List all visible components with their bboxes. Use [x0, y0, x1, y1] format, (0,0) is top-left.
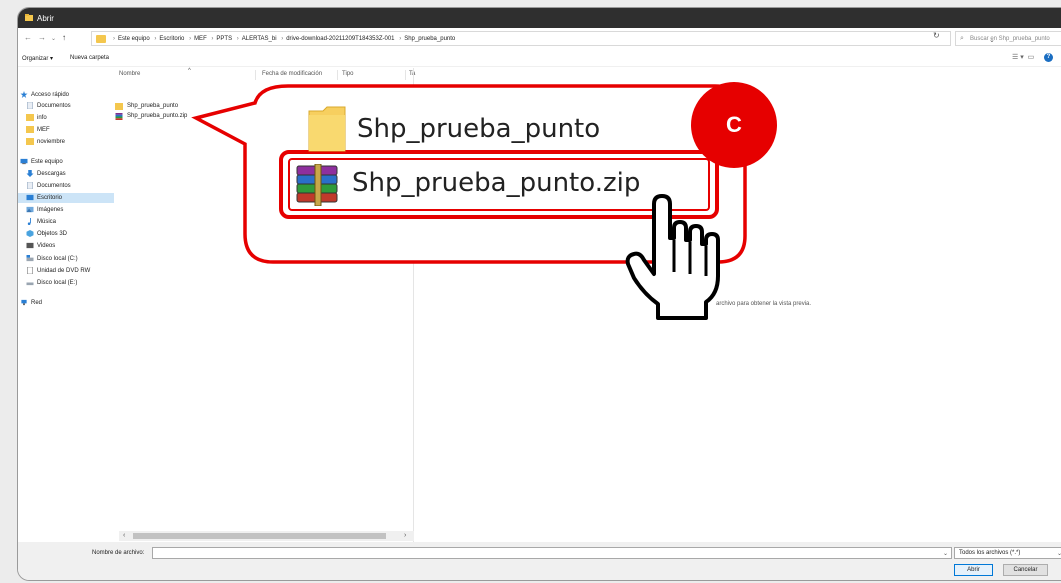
- folder-icon: [26, 138, 34, 145]
- back-arrow-icon[interactable]: ←: [24, 34, 32, 42]
- sidebar-item-info[interactable]: info: [26, 113, 112, 123]
- breadcrumb-item[interactable]: MEF: [194, 36, 207, 42]
- breadcrumb-item[interactable]: Este equipo: [118, 36, 150, 42]
- sidebar-item-pictures[interactable]: Imágenes: [26, 205, 112, 215]
- chevron-down-icon[interactable]: ⌄: [943, 550, 948, 557]
- column-divider: [255, 70, 256, 80]
- folder-icon: [96, 35, 106, 43]
- folder-icon: [26, 126, 34, 133]
- objects3d-icon: [26, 230, 34, 237]
- screenshot-stage: Abrir ← → ⌄ ↑ › Este equipo › Escritorio ›…: [0, 0, 1061, 583]
- videos-icon: [26, 242, 34, 249]
- recent-chevron-icon[interactable]: ⌄: [51, 35, 56, 43]
- dvd-icon: [27, 267, 33, 274]
- preview-message: archivo para obtener la vista previa.: [716, 301, 812, 307]
- download-icon: [26, 170, 34, 177]
- new-folder-button[interactable]: Nueva carpeta: [70, 55, 109, 61]
- sidebar-item-downloads[interactable]: Descargas: [26, 169, 112, 179]
- address-bar[interactable]: › Este equipo › Escritorio › MEF › PPTS › ALE…: [91, 31, 995, 46]
- star-icon: [20, 91, 28, 98]
- filetype-select[interactable]: Todos los archivos (*.*) ⌄: [954, 547, 1061, 559]
- sidebar-item-documents[interactable]: Documentos: [26, 101, 112, 111]
- sidebar-item-mef[interactable]: MEF: [26, 125, 112, 135]
- search-input[interactable]: ⌕ Buscar en Shp_prueba_punto: [955, 31, 1061, 46]
- column-header-type[interactable]: Tipo: [342, 71, 353, 77]
- drive-icon: [26, 282, 34, 286]
- sidebar-item-3d-objects[interactable]: Objetos 3D: [26, 229, 112, 239]
- up-arrow-icon[interactable]: ↑: [62, 34, 66, 42]
- help-icon[interactable]: ?: [1044, 53, 1053, 62]
- file-row-folder[interactable]: Shp_prueba_punto: [115, 102, 250, 111]
- breadcrumb-item[interactable]: Escritorio: [159, 36, 184, 42]
- navigation-pane: Acceso rápido Documentos info MEF noviem…: [18, 68, 114, 508]
- file-list: Nombre ^ Fecha de modificación Tipo Ta S…: [115, 68, 415, 538]
- cancel-button[interactable]: Cancelar: [1003, 564, 1048, 576]
- forward-arrow-icon[interactable]: →: [38, 34, 46, 42]
- computer-icon: [20, 158, 28, 165]
- open-file-dialog: Abrir ← → ⌄ ↑ › Este equipo › Escritorio ›…: [17, 7, 1061, 581]
- address-row: ← → ⌄ ↑ › Este equipo › Escritorio › MEF › P…: [18, 28, 1061, 49]
- breadcrumb-item[interactable]: drive-download-20211209T184353Z-001: [286, 36, 394, 42]
- column-header-name[interactable]: Nombre: [119, 71, 140, 77]
- documents-icon: [27, 102, 33, 109]
- sidebar-item-local-disk-e[interactable]: Disco local (E:): [26, 278, 112, 288]
- sidebar-item-this-pc[interactable]: Este equipo: [20, 157, 112, 167]
- search-icon: ⌕: [960, 35, 964, 42]
- open-button[interactable]: Abrir: [954, 564, 993, 576]
- breadcrumb-item[interactable]: ALERTAS_bi: [242, 36, 277, 42]
- file-row-zip[interactable]: Shp_prueba_punto.zip: [115, 112, 250, 121]
- pane-divider: [413, 68, 414, 548]
- network-icon: [21, 299, 27, 306]
- title-bar: Abrir: [18, 8, 1061, 28]
- sidebar-item-music[interactable]: Música: [26, 217, 112, 227]
- window-title: Abrir: [37, 14, 54, 23]
- sidebar-item-quick-access[interactable]: Acceso rápido: [20, 90, 112, 100]
- search-placeholder: Buscar en Shp_prueba_punto: [970, 36, 1050, 42]
- scroll-right-icon[interactable]: ›: [404, 532, 406, 539]
- sidebar-item-network[interactable]: Red: [20, 298, 112, 308]
- sort-chevron-icon: ^: [188, 68, 191, 74]
- scrollbar-thumb[interactable]: [133, 533, 386, 539]
- sidebar-item-documents-pc[interactable]: Documentos: [26, 181, 112, 191]
- bottom-bar: Nombre de archivo: ⌄ Todos los archivos …: [18, 542, 1061, 580]
- winrar-icon: [115, 113, 123, 120]
- filename-input[interactable]: [152, 547, 952, 559]
- horizontal-scrollbar[interactable]: ‹ ›: [119, 531, 414, 541]
- breadcrumb: › Este equipo › Escritorio › MEF › PPTS › ALE…: [113, 36, 456, 42]
- breadcrumb-item[interactable]: Shp_prueba_punto: [404, 36, 455, 42]
- sidebar-item-desktop[interactable]: Escritorio: [18, 193, 114, 203]
- documents-icon: [27, 182, 33, 189]
- organize-button[interactable]: Organizar ▾: [22, 55, 53, 62]
- column-divider: [337, 70, 338, 80]
- scroll-left-icon[interactable]: ‹: [123, 532, 125, 539]
- toolbar: Organizar ▾ Nueva carpeta ☰ ▾ ▭ ?: [18, 49, 1061, 67]
- pictures-icon: [26, 206, 34, 213]
- folder-icon: [26, 114, 34, 121]
- chevron-down-icon: ⌄: [1057, 550, 1061, 557]
- filetype-value: Todos los archivos (*.*): [959, 550, 1021, 556]
- sidebar-item-noviembre[interactable]: noviembre: [26, 137, 112, 147]
- sidebar-item-local-disk-c[interactable]: Disco local (C:): [26, 254, 112, 264]
- filename-label: Nombre de archivo:: [92, 550, 145, 556]
- breadcrumb-item[interactable]: PPTS: [216, 36, 232, 42]
- app-icon: [25, 14, 33, 21]
- desktop-icon: [26, 194, 34, 201]
- column-divider: [405, 70, 406, 80]
- sidebar-item-dvd-drive[interactable]: Unidad de DVD RW: [26, 266, 114, 276]
- drive-icon: [26, 255, 34, 262]
- view-options-icon[interactable]: ☰ ▾ ▭: [1012, 53, 1034, 61]
- refresh-icon[interactable]: ↻: [933, 31, 940, 40]
- folder-icon: [115, 103, 123, 110]
- column-header-date[interactable]: Fecha de modificación: [262, 71, 322, 77]
- music-icon: [27, 218, 31, 225]
- sidebar-item-videos[interactable]: Videos: [26, 241, 112, 251]
